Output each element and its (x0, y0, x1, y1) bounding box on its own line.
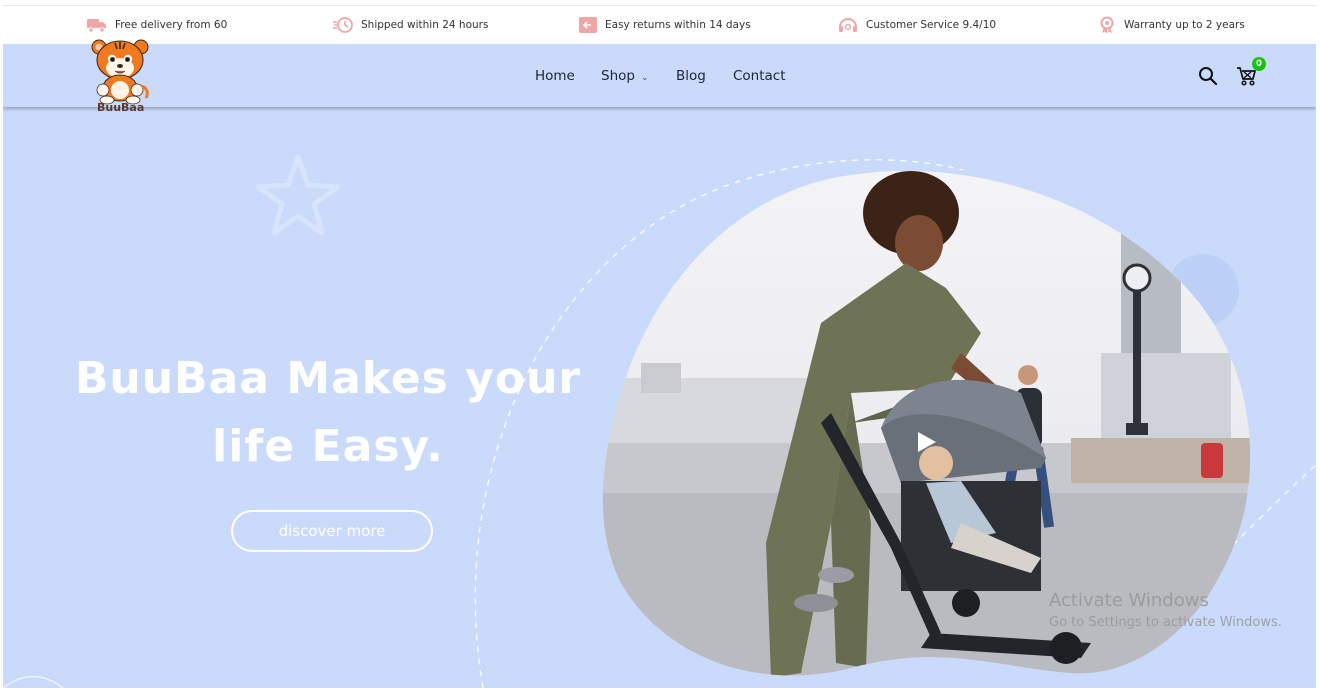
nav-shop-label: Shop (601, 68, 635, 84)
search-icon[interactable] (1198, 66, 1218, 86)
cart-count-badge: 0 (1252, 57, 1266, 71)
play-video-icon[interactable] (914, 430, 938, 454)
windows-watermark-subtitle: Go to Settings to activate Windows. (1049, 615, 1282, 630)
nav-home[interactable]: Home (535, 68, 575, 84)
page-frame: Free delivery from 60 Shipped within 24 … (3, 5, 1316, 688)
hero-title-line-1: BuuBaa Makes your (74, 353, 582, 404)
discover-more-button[interactable]: discover more (231, 510, 433, 552)
hero-title: BuuBaa Makes your life Easy. (63, 345, 593, 481)
nav-contact[interactable]: Contact (733, 68, 786, 84)
windows-watermark-title: Activate Windows (1049, 590, 1209, 611)
chevron-down-icon: ⌄ (640, 73, 649, 83)
logo-text[interactable]: BuuBaa (97, 101, 144, 114)
nav-blog[interactable]: Blog (676, 68, 706, 84)
site-header: BuuBaa Home Shop ⌄ Blog Contact 0 (3, 39, 1316, 114)
nav-shop[interactable]: Shop ⌄ (601, 68, 649, 84)
hero-title-line-2: life Easy. (212, 421, 444, 472)
